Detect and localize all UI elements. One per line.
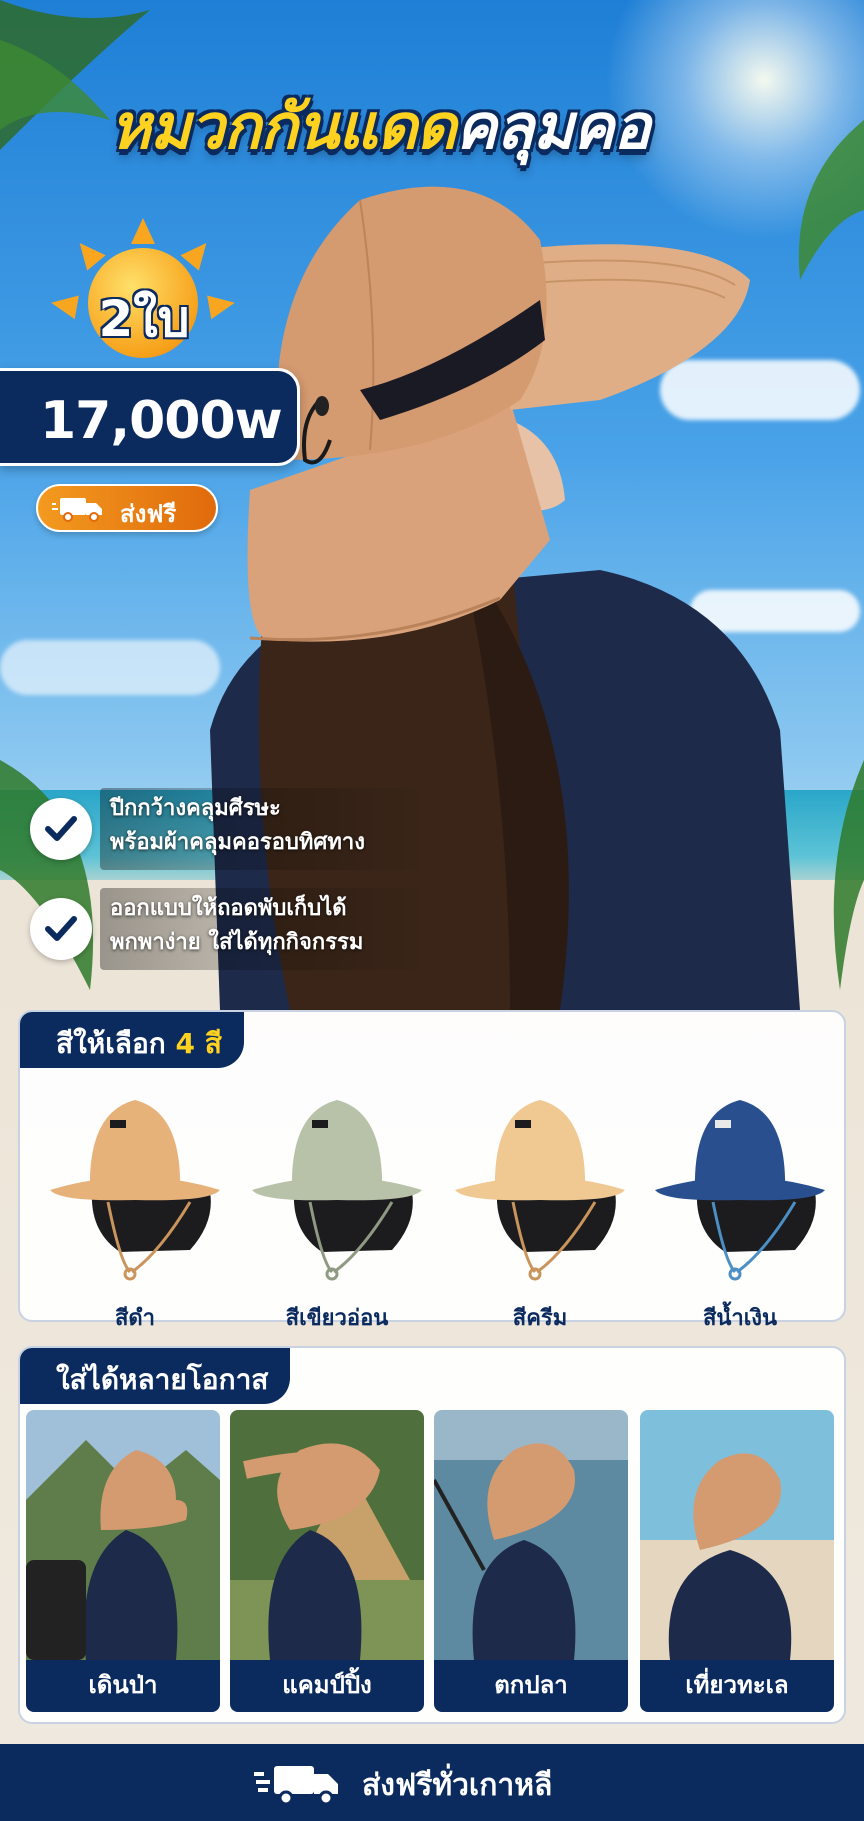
occasions-heading: ใส่ได้หลายโอกาส	[20, 1348, 291, 1404]
color-name: สีครีม	[512, 1306, 568, 1331]
color-name: สีดำ	[114, 1306, 156, 1331]
occasion-label: ตกปลา	[434, 1660, 628, 1712]
quantity-label: 2ใบ	[98, 290, 190, 348]
sun-ray	[180, 235, 216, 271]
color-options-panel: สีให้เลือก 4 สี สีดำ สีเขียวอ่อน สีครีม …	[18, 1010, 846, 1331]
free-shipping-badge: ส่งฟรี	[36, 484, 218, 532]
feature-line: พกพาง่าย ใส่ได้ทุกกิจกรรม	[110, 930, 364, 955]
occasion-label: แคมป์ปิ้ง	[230, 1660, 424, 1712]
page-title: หมวกกันแดดคลุมคอ	[110, 78, 830, 176]
footer-shipping-bar: ส่งฟรีทั่วเกาหลี	[0, 1744, 864, 1821]
title-part-1: หมวกกันแดด	[110, 90, 457, 163]
color-heading-count: 4 สี	[175, 1027, 222, 1060]
price-label: 17,000w	[40, 391, 283, 451]
color-swatch[interactable]: สีดำ	[40, 1072, 230, 1331]
feature-line: ปีกกว้างคลุมศีรษะ	[110, 796, 281, 821]
occasion-card[interactable]: แคมป์ปิ้ง	[230, 1410, 424, 1712]
feature-item: ปีกกว้างคลุมศีรษะ พร้อมผ้าคลุมคอรอบทิศทา…	[30, 788, 450, 878]
price-box: 17,000w	[0, 368, 300, 466]
hiking-photo	[26, 1410, 220, 1660]
truck-icon	[254, 1766, 338, 1806]
bucket-hat-icon	[455, 1100, 625, 1281]
title-part-2: คลุมคอ	[455, 90, 651, 163]
feature-line: ออกแบบให้ถอดพับเก็บได้	[110, 896, 347, 921]
color-swatch[interactable]: สีเขียวอ่อน	[242, 1072, 432, 1331]
color-name: สีน้ำเงิน	[702, 1306, 778, 1331]
promo-page: หมวกกันแดดคลุมคอ 2ใบ 17,000w ส่งฟรี ปีกก	[0, 0, 864, 1821]
camping-photo	[230, 1410, 424, 1660]
truck-icon	[52, 498, 102, 522]
occasion-card[interactable]: เดินป่า	[26, 1410, 220, 1712]
color-swatch[interactable]: สีครีม	[445, 1072, 635, 1331]
fishing-photo	[434, 1410, 628, 1660]
feature-text: ปีกกว้างคลุมศีรษะ พร้อมผ้าคลุมคอรอบทิศทา…	[110, 792, 450, 860]
check-circle-icon	[30, 798, 92, 860]
bucket-hat-icon	[50, 1100, 220, 1281]
hero-model-image	[210, 186, 800, 1010]
color-swatch[interactable]: สีน้ำเงิน	[645, 1072, 835, 1331]
footer-shipping-label: ส่งฟรีทั่วเกาหลี	[362, 1768, 553, 1803]
beach-photo	[640, 1410, 834, 1660]
quantity-sun-badge: 2ใบ	[36, 218, 237, 368]
sun-ray	[131, 218, 155, 244]
color-name: สีเขียวอ่อน	[285, 1306, 389, 1331]
feature-text: ออกแบบให้ถอดพับเก็บได้ พกพาง่าย ใส่ได้ทุ…	[110, 892, 450, 960]
free-shipping-label: ส่งฟรี	[120, 500, 177, 528]
bucket-hat-icon	[252, 1100, 422, 1281]
feature-item: ออกแบบให้ถอดพับเก็บได้ พกพาง่าย ใส่ได้ทุ…	[30, 888, 450, 978]
sun-ray	[207, 290, 237, 320]
sun-ray	[70, 235, 106, 271]
check-circle-icon	[30, 898, 92, 960]
occasion-card[interactable]: เที่ยวทะเล	[640, 1410, 834, 1712]
occasion-label: เที่ยวทะเล	[640, 1660, 834, 1712]
color-options-heading: สีให้เลือก 4 สี	[20, 1012, 244, 1068]
occasion-label: เดินป่า	[26, 1660, 220, 1712]
occasion-card[interactable]: ตกปลา	[434, 1410, 628, 1712]
feature-line: พร้อมผ้าคลุมคอรอบทิศทาง	[110, 830, 365, 855]
bucket-hat-icon	[655, 1100, 825, 1281]
color-heading-prefix: สีให้เลือก	[56, 1027, 166, 1060]
sun-ray	[49, 290, 79, 320]
